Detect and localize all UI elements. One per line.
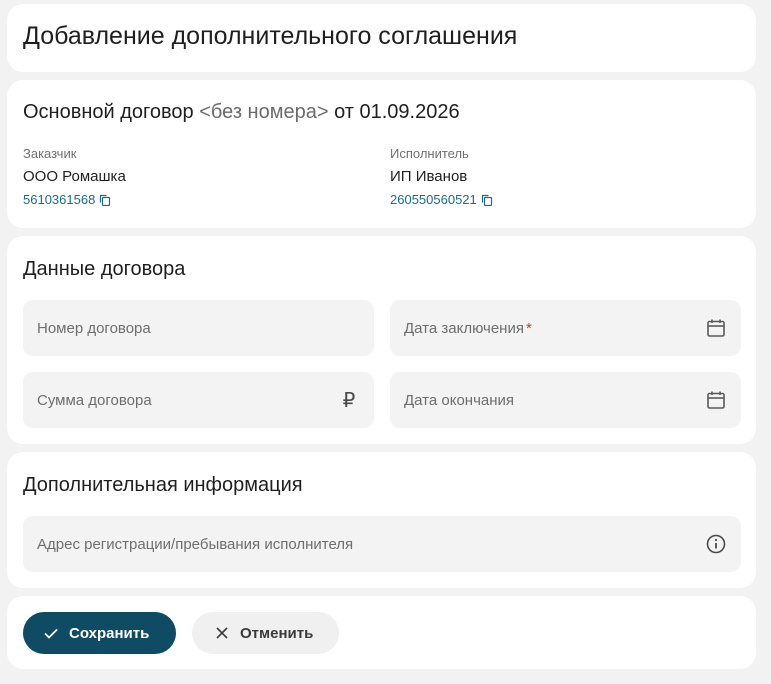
contractor-inn-copy[interactable]: 260550560521 [390,192,730,208]
title-card: Добавление дополнительного соглашения [7,4,756,72]
address-placeholder: Адрес регистрации/пребывания исполнителя [37,535,354,553]
date-signed-field[interactable]: Дата заключения * [390,300,741,356]
contractor-inn: 260550560521 [390,192,477,207]
contract-data-card: Данные договора Номер договора Дата закл… [7,236,756,444]
contract-date: 01.09.2026 [359,101,460,123]
customer-inn-copy[interactable]: 5610361568 [23,192,363,208]
customer-inn: 5610361568 [23,192,96,207]
main-contract-heading: Основной договор <без номера> от 01.09.2… [23,100,460,124]
main-contract-heading-prefix: Основной договор [23,101,194,123]
customer-name: ООО Ромашка [23,168,126,185]
date-signed-label: Дата заключения * [404,320,705,337]
actions-card: Сохранить Отменить [7,596,756,669]
contract-amount-placeholder: Сумма договора [37,391,152,409]
copy-icon[interactable] [99,194,111,207]
contract-number-field[interactable]: Номер договора [23,300,374,356]
customer-block: Заказчик ООО Ромашка 5610361568 [23,146,363,208]
calendar-icon[interactable] [705,389,727,411]
required-mark: * [525,319,532,337]
address-field[interactable]: Адрес регистрации/пребывания исполнителя [23,516,741,572]
cancel-button[interactable]: Отменить [192,612,339,654]
copy-icon[interactable] [481,194,493,207]
contract-data-heading: Данные договора [23,258,186,280]
calendar-icon[interactable] [705,317,727,339]
page-title: Добавление дополнительного соглашения [23,22,518,50]
save-button-label: Сохранить [69,624,150,642]
contractor-name: ИП Иванов [390,168,468,185]
contract-number-placeholder: <без номера> [199,101,329,123]
additional-info-card: Дополнительная информация Адрес регистра… [7,452,756,588]
additional-info-heading: Дополнительная информация [23,474,303,496]
ruble-icon: ₽ [342,389,356,412]
contractor-label: Исполнитель [390,146,469,161]
close-icon [214,625,230,641]
main-contract-card: Основной договор <без номера> от 01.09.2… [7,80,756,228]
customer-label: Заказчик [23,146,77,161]
date-end-field[interactable]: Дата окончания [390,372,741,428]
info-icon[interactable] [705,533,727,555]
check-icon [43,625,59,641]
cancel-button-label: Отменить [240,624,314,642]
date-signed-placeholder: Дата заключения [404,319,524,337]
date-prefix: от [334,101,354,123]
contract-amount-field[interactable]: Сумма договора ₽ [23,372,374,428]
save-button[interactable]: Сохранить [23,612,176,654]
contractor-block: Исполнитель ИП Иванов 260550560521 [390,146,730,208]
contract-number-placeholder: Номер договора [37,319,151,337]
date-end-placeholder: Дата окончания [404,391,515,409]
